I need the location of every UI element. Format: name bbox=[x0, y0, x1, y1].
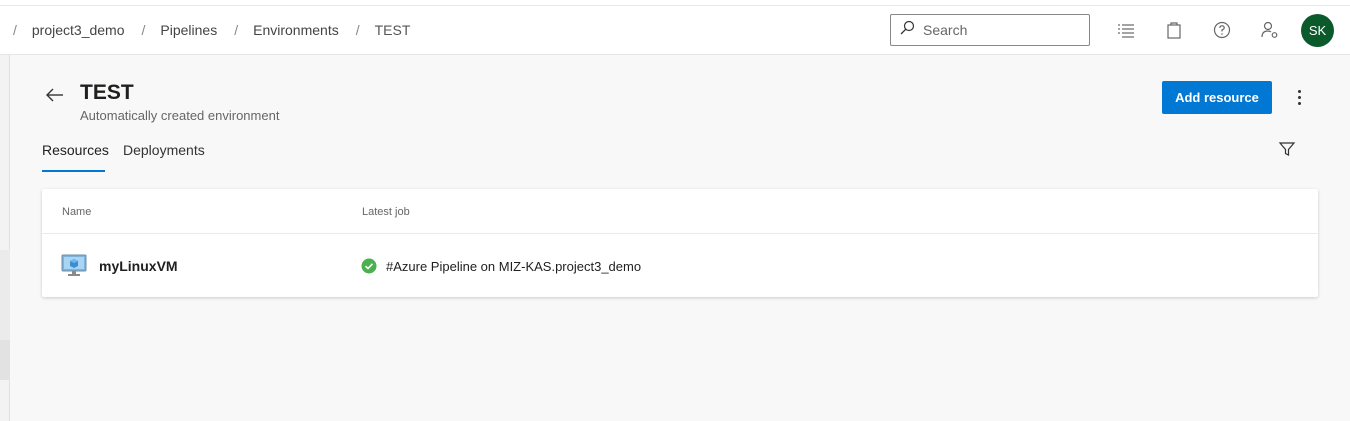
breadcrumb-item-project[interactable]: project3_demo bbox=[32, 22, 125, 38]
search-icon bbox=[899, 20, 915, 41]
task-list-icon[interactable] bbox=[1116, 20, 1136, 40]
active-tab-indicator bbox=[42, 170, 105, 172]
top-divider bbox=[0, 5, 1350, 6]
back-arrow-icon[interactable] bbox=[44, 86, 66, 104]
success-check-icon bbox=[361, 258, 377, 274]
resource-name[interactable]: myLinuxVM bbox=[99, 258, 178, 274]
left-nav-segment bbox=[0, 250, 10, 340]
add-resource-button[interactable]: Add resource bbox=[1162, 81, 1272, 114]
breadcrumb: / project3_demo / Pipelines / Environmen… bbox=[13, 22, 427, 38]
breadcrumb-separator: / bbox=[141, 22, 146, 38]
breadcrumb-separator: / bbox=[355, 22, 360, 38]
avatar[interactable]: SK bbox=[1301, 14, 1334, 47]
breadcrumb-item-test[interactable]: TEST bbox=[375, 22, 411, 38]
search-input[interactable]: Search bbox=[923, 22, 967, 38]
resources-table: Name Latest job myLinuxVM #Azure Pipelin… bbox=[42, 189, 1318, 297]
help-icon[interactable] bbox=[1212, 20, 1232, 40]
page-subtitle: Automatically created environment bbox=[80, 108, 280, 123]
user-settings-icon[interactable] bbox=[1260, 20, 1280, 40]
breadcrumb-item-pipelines[interactable]: Pipelines bbox=[160, 22, 217, 38]
table-divider bbox=[42, 233, 1318, 234]
tab-resources[interactable]: Resources bbox=[42, 142, 109, 158]
column-header-name: Name bbox=[62, 206, 92, 218]
more-actions-icon[interactable] bbox=[1290, 86, 1308, 108]
breadcrumb-item-environments[interactable]: Environments bbox=[253, 22, 339, 38]
column-header-latest-job: Latest job bbox=[362, 206, 410, 218]
tab-deployments[interactable]: Deployments bbox=[123, 142, 205, 158]
virtual-machine-icon bbox=[61, 254, 87, 278]
breadcrumb-separator: / bbox=[13, 22, 17, 38]
search-box[interactable]: Search bbox=[890, 14, 1090, 46]
left-nav-segment bbox=[0, 340, 10, 380]
latest-job-link[interactable]: #Azure Pipeline on MIZ-KAS.project3_demo bbox=[386, 259, 641, 274]
left-nav-edge bbox=[0, 55, 10, 421]
filter-icon[interactable] bbox=[1278, 140, 1296, 158]
marketplace-bag-icon[interactable] bbox=[1164, 20, 1184, 40]
breadcrumb-separator: / bbox=[234, 22, 239, 38]
page-title: TEST bbox=[80, 81, 134, 104]
